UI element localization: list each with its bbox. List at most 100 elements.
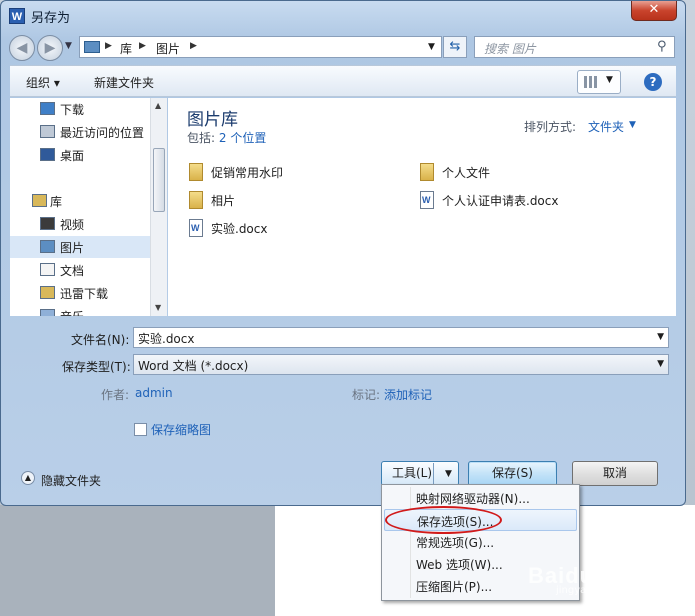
file-name: 个人认证申请表.docx (442, 194, 559, 208)
chevron-down-icon[interactable]: ▼ (606, 75, 613, 85)
scroll-up-icon[interactable]: ▲ (155, 101, 161, 110)
scrollbar-thumb[interactable] (153, 148, 165, 212)
navigation-pane: 下载 最近访问的位置 桌面 库 视频 图片 文档 迅雷下载 (10, 98, 150, 316)
sidebar-item-desktop[interactable]: 桌面 (10, 144, 150, 166)
sidebar-item-music[interactable]: 音乐 (10, 305, 150, 316)
library-includes: 包括: 2 个位置 (187, 129, 266, 146)
save-as-dialog: W 另存为 ✕ ◀ ▶ ▼ ▶ 库 ▶ 图片 ▶ ▼ ⇆ 搜索 图片 ⚲ 组织 … (0, 0, 686, 506)
menu-item-general-options[interactable]: 常规选项(G)... (384, 531, 577, 553)
back-button[interactable]: ◀ (9, 35, 35, 61)
sidebar-item-label: 桌面 (60, 149, 85, 163)
includes-label: 包括: (187, 131, 216, 145)
sidebar-item-label: 库 (50, 195, 63, 209)
word-app-icon: W (9, 8, 25, 24)
tags-field[interactable]: 添加标记 (384, 386, 432, 403)
folder-icon (189, 163, 203, 181)
refresh-button[interactable]: ⇆ (443, 36, 467, 58)
music-icon (40, 309, 55, 316)
filetype-select[interactable]: Word 文档 (*.docx) ▼ (133, 354, 669, 375)
sidebar-item-label: 文档 (60, 264, 85, 278)
sidebar-item-pictures[interactable]: 图片 (10, 236, 150, 258)
save-thumbnail-label[interactable]: 保存缩略图 (151, 421, 211, 438)
chevron-down-icon[interactable]: ▼ (657, 359, 664, 369)
address-bar[interactable]: ▶ 库 ▶ 图片 ▶ ▼ (79, 36, 442, 58)
file-list-pane: 图片库 包括: 2 个位置 排列方式: 文件夹 ▼ 促销常用水印 个人文件 相片… (168, 98, 676, 316)
library-title: 图片库 (187, 110, 238, 130)
filename-label: 文件名(N): (71, 333, 130, 347)
breadcrumb-separator-icon[interactable]: ▶ (190, 41, 197, 51)
author-field[interactable]: admin (135, 386, 173, 400)
menu-item-map-network-drive[interactable]: 映射网络驱动器(N)... (384, 487, 577, 509)
sidebar-item-label: 下载 (60, 103, 85, 117)
background-panel (0, 505, 275, 616)
tags-label: 标记: (352, 388, 381, 402)
organize-button[interactable]: 组织 ▾ (26, 74, 60, 91)
download-icon (40, 102, 55, 115)
dialog-title: 另存为 (31, 11, 71, 26)
title-bar: W 另存为 ✕ (1, 1, 687, 29)
thunder-download-icon (40, 286, 55, 299)
breadcrumb-separator-icon[interactable]: ▶ (139, 41, 146, 51)
file-name: 个人文件 (442, 166, 491, 180)
search-input[interactable]: 搜索 图片 ⚲ (474, 36, 675, 58)
arrange-by-dropdown[interactable]: 文件夹 (588, 118, 624, 135)
address-dropdown-icon[interactable]: ▼ (428, 42, 435, 52)
filename-value: 实验.docx (138, 332, 195, 346)
file-name: 相片 (211, 194, 236, 208)
sidebar-item-libraries[interactable]: 库 (10, 190, 150, 212)
filetype-value: Word 文档 (*.docx) (138, 359, 249, 373)
library-icon (32, 194, 47, 207)
view-grid-icon (584, 76, 598, 88)
documents-icon (40, 263, 55, 276)
pictures-library-icon (84, 41, 100, 53)
recent-pages-dropdown-icon[interactable]: ▼ (65, 41, 72, 51)
sidebar-item-label: 音乐 (60, 308, 84, 316)
command-bar: 组织 ▾ 新建文件夹 ▼ ? (10, 65, 676, 97)
menu-item-label: Web 选项(W)... (416, 558, 503, 572)
word-document-icon (420, 191, 434, 209)
save-thumbnail-checkbox[interactable] (134, 423, 147, 436)
sidebar-item-videos[interactable]: 视频 (10, 213, 150, 235)
navigation-scrollbar[interactable]: ▲ ▼ (150, 98, 167, 316)
collapse-up-icon[interactable]: ▲ (21, 471, 35, 485)
new-folder-button[interactable]: 新建文件夹 (94, 74, 154, 91)
sidebar-item-downloads[interactable]: 下载 (10, 98, 150, 120)
recent-places-icon (40, 125, 55, 138)
search-icon[interactable]: ⚲ (657, 39, 667, 54)
desktop-icon (40, 148, 55, 161)
sidebar-item-label: 图片 (60, 241, 85, 255)
change-view-button[interactable]: ▼ (577, 70, 621, 94)
breadcrumb-separator-icon[interactable]: ▶ (105, 41, 112, 51)
library-locations-link[interactable]: 2 个位置 (219, 131, 266, 145)
file-name: 实验.docx (211, 222, 268, 236)
chevron-down-icon[interactable]: ▼ (657, 332, 664, 342)
video-icon (40, 217, 55, 230)
menu-item-label: 映射网络驱动器(N)... (416, 492, 530, 506)
arrange-by-label: 排列方式: (524, 120, 577, 134)
chevron-down-icon[interactable]: ▼ (445, 469, 452, 479)
close-button[interactable]: ✕ (631, 1, 677, 21)
sidebar-item-documents[interactable]: 文档 (10, 259, 150, 281)
chevron-down-icon[interactable]: ▼ (629, 120, 636, 130)
sidebar-item-recent-places[interactable]: 最近访问的位置 (10, 121, 150, 143)
sidebar-item-label: 视频 (60, 218, 85, 232)
save-button[interactable]: 保存(S) (468, 461, 557, 486)
word-document-icon (189, 219, 203, 237)
sidebar-item-label: 迅雷下载 (60, 287, 109, 301)
highlight-annotation-circle (385, 506, 502, 534)
filetype-label: 保存类型(T): (62, 360, 131, 374)
sidebar-item-thunder-downloads[interactable]: 迅雷下载 (10, 282, 150, 304)
breadcrumb-library[interactable]: 库 (120, 40, 132, 57)
forward-button[interactable]: ▶ (37, 35, 63, 61)
folder-icon (189, 191, 203, 209)
hide-folders-link[interactable]: 隐藏文件夹 (41, 472, 101, 489)
cancel-button[interactable]: 取消 (572, 461, 658, 486)
sidebar-item-label: 最近访问的位置 (60, 126, 145, 140)
breadcrumb-pictures[interactable]: 图片 (156, 40, 180, 57)
scroll-down-icon[interactable]: ▼ (155, 303, 161, 312)
file-name: 促销常用水印 (211, 166, 284, 180)
pictures-icon (40, 240, 55, 253)
filename-input[interactable]: 实验.docx ▼ (133, 327, 669, 348)
help-button[interactable]: ? (644, 73, 662, 91)
watermark-url: jingyan.baidu.com (556, 585, 649, 596)
